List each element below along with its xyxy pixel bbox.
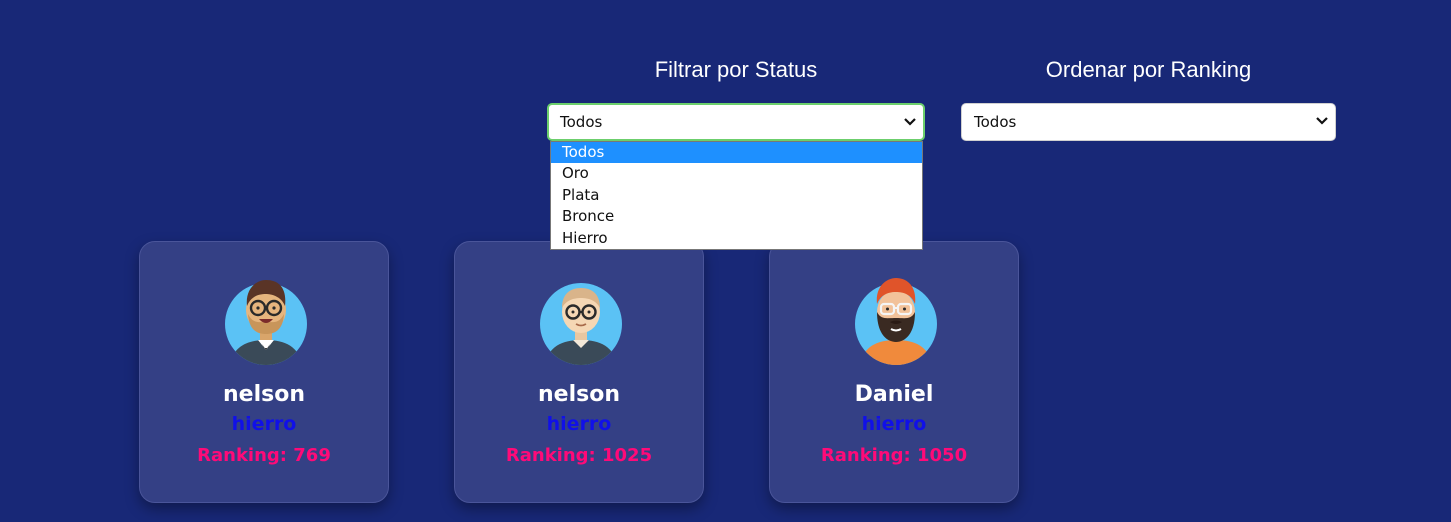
status-option-hierro[interactable]: Hierro bbox=[551, 228, 922, 249]
status-option-todos[interactable]: Todos bbox=[551, 142, 922, 164]
status-option-oro[interactable]: Oro bbox=[551, 163, 922, 184]
player-name: nelson bbox=[223, 382, 305, 407]
player-ranking: Ranking: 1050 bbox=[820, 445, 968, 466]
red-hair-bearded-man-icon bbox=[855, 278, 937, 365]
ranking-select-value: Todos bbox=[974, 113, 1017, 131]
player-card[interactable]: nelson hierro Ranking: 769 bbox=[139, 241, 389, 503]
brown-hair-glasses-man-icon bbox=[225, 280, 307, 365]
ranking-select[interactable]: Todos bbox=[961, 103, 1336, 141]
status-filter-title: Filtrar por Status bbox=[654, 57, 818, 82]
chevron-down-icon bbox=[1316, 117, 1328, 125]
ranking-sort: Ordenar por Ranking Todos bbox=[961, 56, 1336, 141]
status-option-plata[interactable]: Plata bbox=[551, 185, 922, 206]
player-status: hierro bbox=[861, 413, 927, 435]
status-select[interactable]: Todos bbox=[547, 103, 925, 141]
player-status: hierro bbox=[546, 413, 612, 435]
player-name: Daniel bbox=[854, 382, 934, 407]
status-option-bronce[interactable]: Bronce bbox=[551, 206, 922, 227]
player-card[interactable]: Daniel hierro Ranking: 1050 bbox=[769, 241, 1019, 503]
player-ranking: Ranking: 769 bbox=[197, 445, 331, 466]
player-status: hierro bbox=[231, 413, 297, 435]
ranking-sort-title: Ordenar por Ranking bbox=[1045, 57, 1252, 82]
player-card[interactable]: nelson hierro Ranking: 1025 bbox=[454, 241, 704, 503]
status-select-value: Todos bbox=[560, 113, 603, 131]
status-dropdown-list: Todos Oro Plata Bronce Hierro bbox=[550, 141, 923, 250]
chevron-down-icon bbox=[904, 118, 916, 126]
status-filter: Filtrar por Status Todos bbox=[547, 56, 925, 141]
player-name: nelson bbox=[538, 382, 620, 407]
player-ranking: Ranking: 1025 bbox=[505, 445, 653, 466]
bald-glasses-man-icon bbox=[540, 283, 622, 365]
